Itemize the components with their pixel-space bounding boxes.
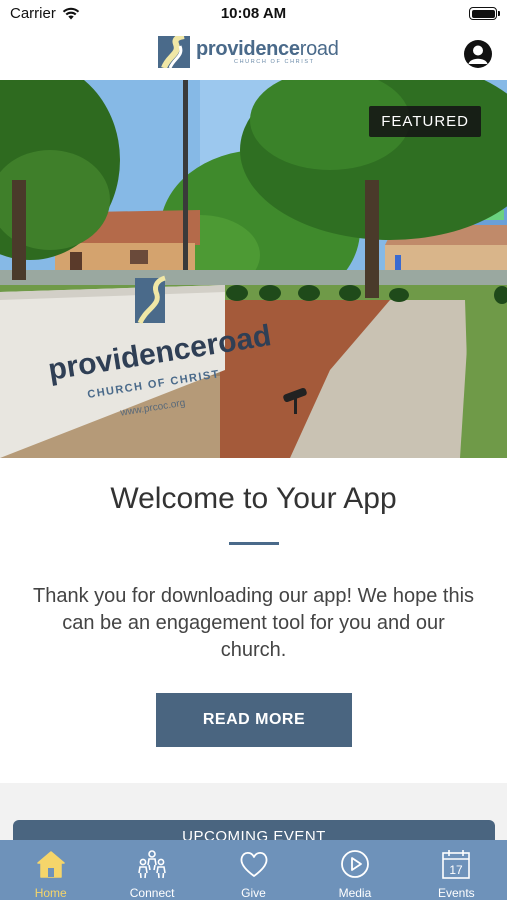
tab-bar: Home Connect Give Media 17 Events [0, 840, 507, 900]
tab-give[interactable]: Give [203, 840, 304, 900]
calendar-icon: 17 [442, 850, 471, 879]
church-logo: providenceroad CHURCH OF CHRIST [158, 36, 339, 68]
tab-events[interactable]: 17 Events [406, 840, 507, 900]
logo-word-light: road [299, 37, 339, 60]
calendar-date: 17 [450, 863, 464, 877]
tab-give-label: Give [241, 886, 266, 900]
tab-events-label: Events [437, 886, 475, 900]
tab-connect-label: Connect [129, 886, 175, 900]
welcome-title: Welcome to Your App [110, 482, 397, 515]
featured-card[interactable]: providenceroad CHURCH OF CHRIST www.prco… [0, 80, 507, 783]
profile-glyph-icon [468, 45, 488, 64]
featured-badge: FEATURED [369, 106, 481, 137]
heart-icon [240, 851, 267, 877]
title-divider [229, 542, 279, 545]
app-header: providenceroad CHURCH OF CHRIST [0, 30, 507, 80]
profile-icon[interactable] [464, 40, 492, 68]
logo-word-bold: providence [196, 37, 300, 60]
play-icon [341, 850, 369, 878]
tab-home-label: Home [34, 886, 67, 900]
logo-mark-icon [158, 36, 190, 68]
status-time: 10:08 AM [220, 5, 287, 22]
welcome-body: Thank you for downloading our app! We ho… [32, 585, 475, 661]
logo-wordmark: providenceroad [196, 39, 339, 59]
home-icon [36, 851, 65, 878]
people-icon [138, 850, 166, 879]
tab-media-label: Media [338, 886, 372, 900]
status-bar: Carrier 10:08 AM [0, 0, 507, 30]
logo-subtitle: CHURCH OF CHRIST [234, 58, 315, 65]
read-more-button[interactable]: READ MORE [156, 693, 352, 747]
tab-media[interactable]: Media [304, 840, 405, 900]
battery-icon [469, 7, 500, 20]
tab-home[interactable]: Home [0, 840, 101, 900]
hero-image[interactable]: providenceroad CHURCH OF CHRIST www.prco… [0, 80, 507, 458]
tab-connect[interactable]: Connect [101, 840, 202, 900]
